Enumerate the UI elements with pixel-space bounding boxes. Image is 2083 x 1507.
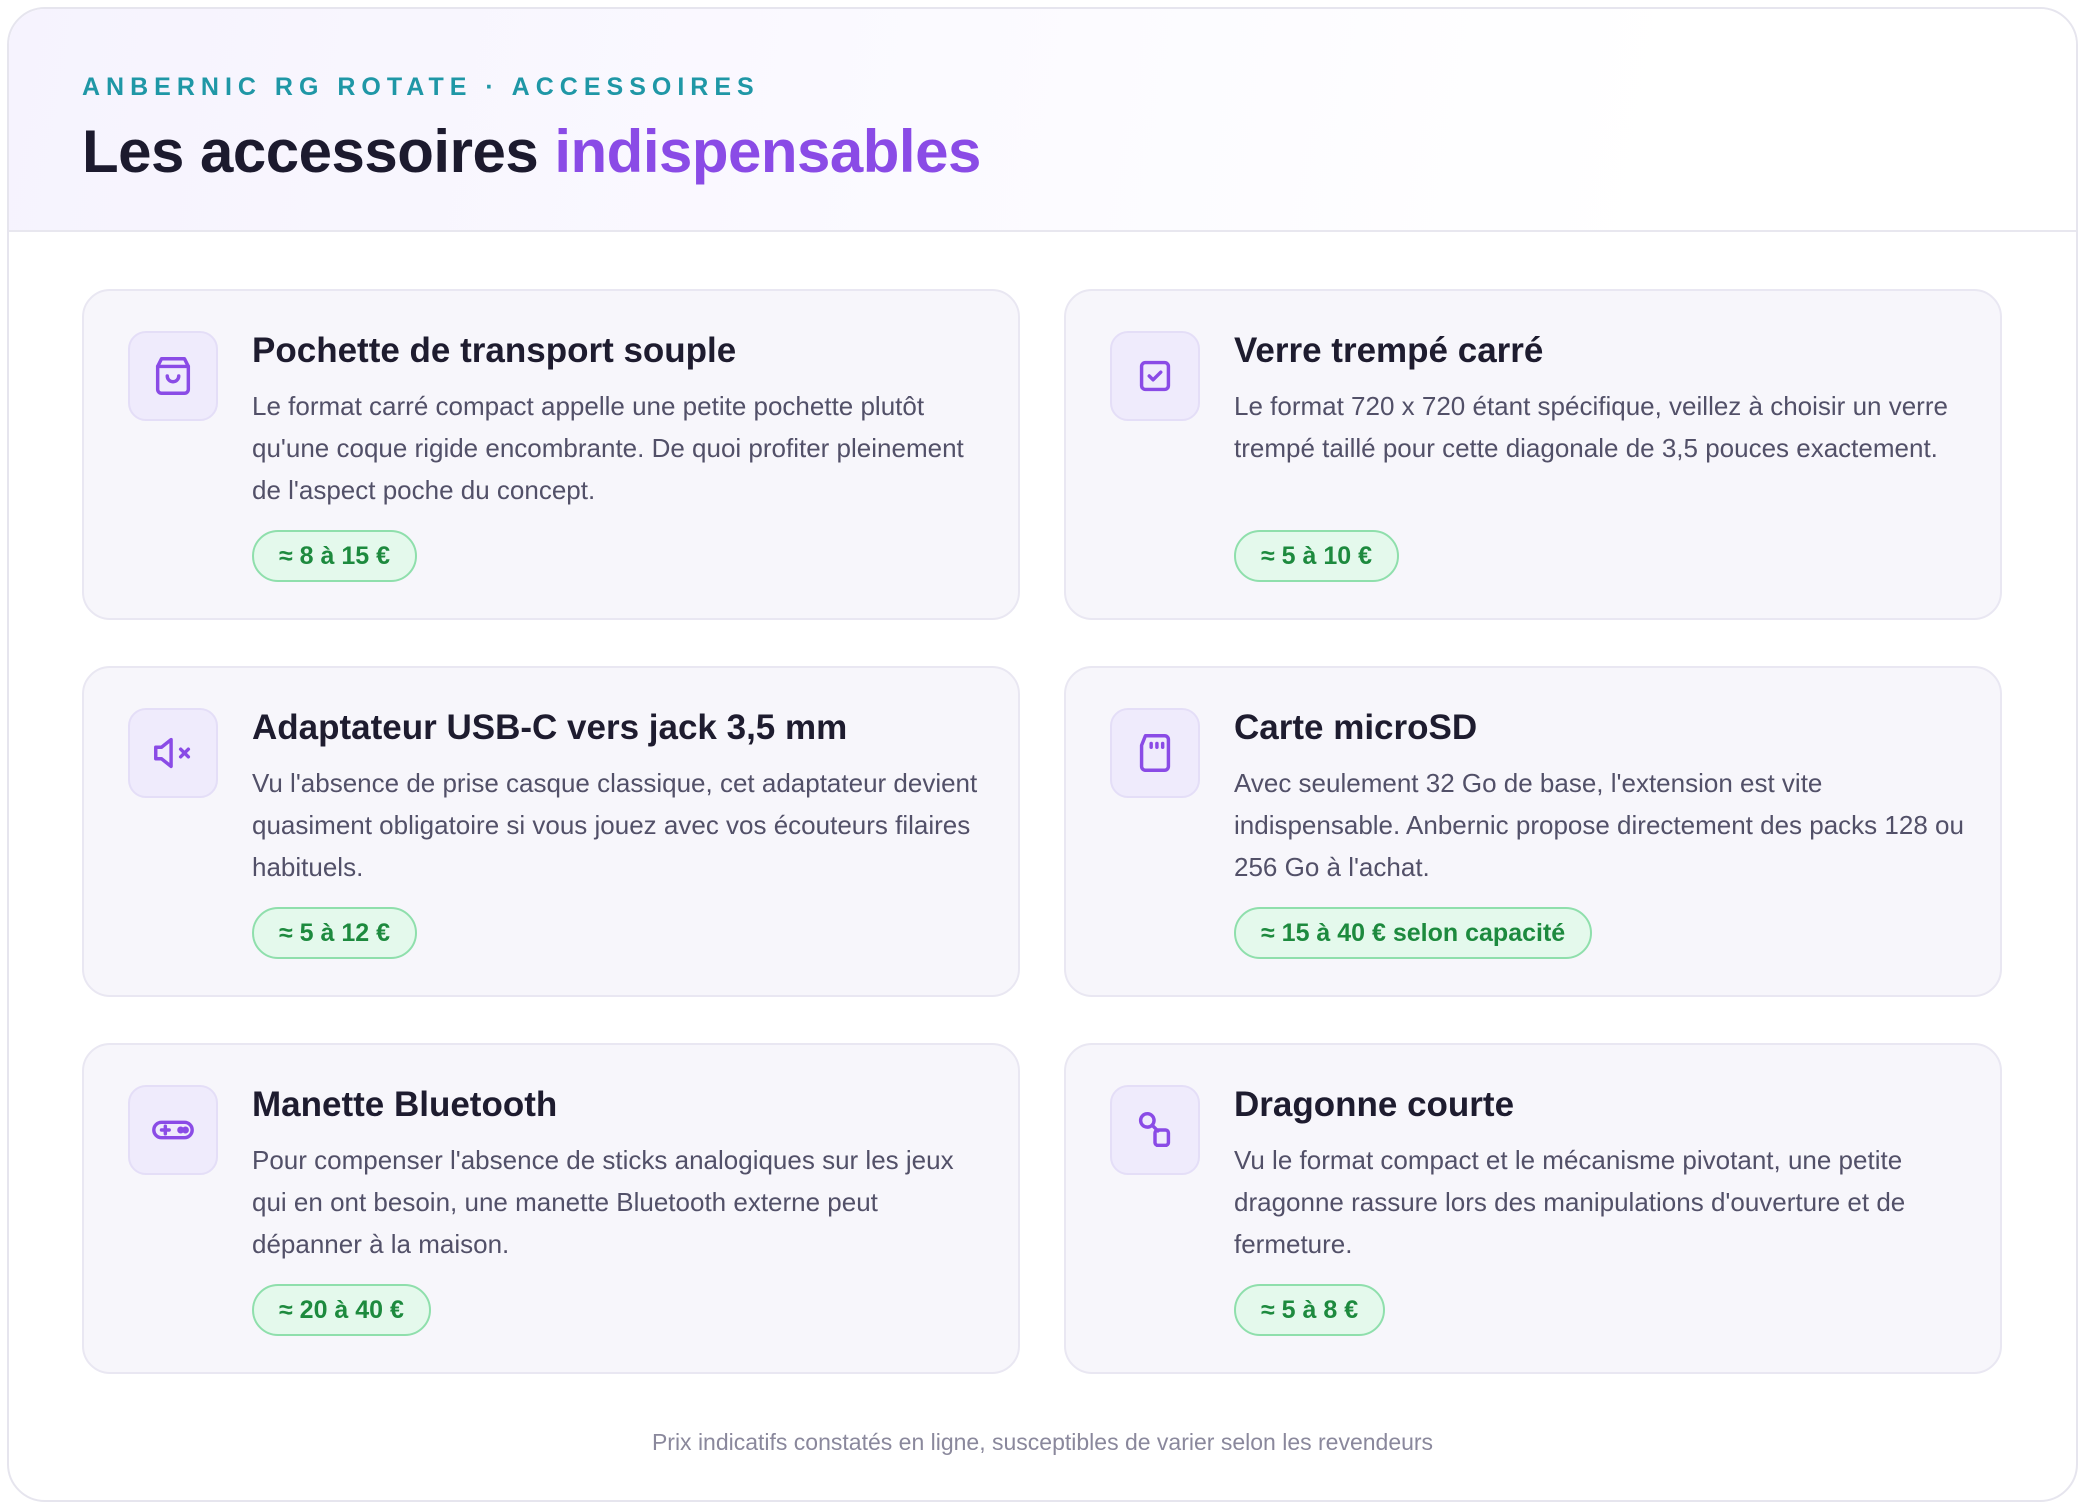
- header: ANBERNIC RG ROTATE · ACCESSOIRES Les acc…: [9, 9, 2076, 232]
- price-badge: ≈ 5 à 10 €: [1234, 530, 1400, 582]
- footnote: Prix indicatifs constatés en ligne, susc…: [651, 1429, 1434, 1455]
- title-main: Les accessoires: [82, 118, 555, 185]
- card-description: Vu le format compact et le mécanisme piv…: [1234, 1145, 1906, 1259]
- strap-icon: [1110, 1085, 1200, 1175]
- screen-check-icon: [1110, 331, 1200, 421]
- speaker-mute-icon: [128, 708, 218, 798]
- accessory-card-verre: Verre trempé carré Le format 720 x 720 é…: [1064, 289, 2002, 620]
- accessory-card-manette: Manette Bluetooth Pour compenser l'absen…: [82, 1043, 1020, 1374]
- gamepad-icon: [128, 1085, 218, 1175]
- accessory-card-pochette: Pochette de transport souple Le format c…: [82, 289, 1020, 620]
- bag-icon: [128, 331, 218, 421]
- card-description: Le format carré compact appelle une peti…: [252, 391, 964, 505]
- card-title: Adaptateur USB-C vers jack 3,5 mm: [252, 708, 848, 747]
- sd-card-icon: [1110, 708, 1200, 798]
- eyebrow-label: ANBERNIC RG ROTATE · ACCESSOIRES: [82, 73, 760, 101]
- card-title: Verre trempé carré: [1234, 331, 1544, 370]
- card-title: Dragonne courte: [1234, 1085, 1515, 1124]
- title-accent: indispensables: [554, 118, 981, 185]
- accessories-panel: ANBERNIC RG ROTATE · ACCESSOIRES Les acc…: [7, 7, 2078, 1502]
- card-description: Vu l'absence de prise casque classique, …: [252, 768, 978, 882]
- price-badge: ≈ 5 à 12 €: [252, 907, 418, 959]
- price-badge: ≈ 20 à 40 €: [252, 1284, 431, 1336]
- card-title: Carte microSD: [1234, 708, 1478, 747]
- card-description: Avec seulement 32 Go de base, l'extensio…: [1234, 768, 1964, 882]
- card-description: Le format 720 x 720 étant spécifique, ve…: [1234, 391, 1948, 463]
- price-badge: ≈ 15 à 40 € selon capacité: [1234, 907, 1593, 959]
- price-badge: ≈ 8 à 15 €: [252, 530, 418, 582]
- accessory-card-dragonne: Dragonne courte Vu le format compact et …: [1064, 1043, 2002, 1374]
- price-badge: ≈ 5 à 8 €: [1234, 1284, 1386, 1336]
- card-title: Pochette de transport souple: [252, 331, 737, 370]
- card-description: Pour compenser l'absence de sticks analo…: [252, 1145, 954, 1259]
- card-title: Manette Bluetooth: [252, 1085, 558, 1124]
- accessory-card-microsd: Carte microSD Avec seulement 32 Go de ba…: [1064, 666, 2002, 997]
- page-title: Les accessoires indispensables: [82, 117, 981, 186]
- accessory-card-adaptateur: Adaptateur USB-C vers jack 3,5 mm Vu l'a…: [82, 666, 1020, 997]
